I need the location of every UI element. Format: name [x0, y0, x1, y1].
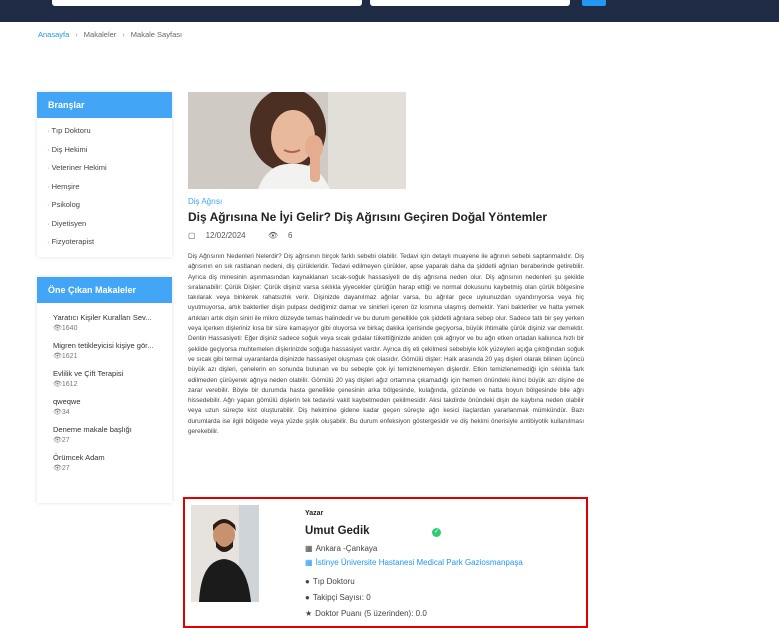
- view-count: 27: [61, 437, 70, 444]
- branch-item[interactable]: Veteriner Hekimi: [37, 159, 172, 178]
- chevron-right-icon: ›: [122, 30, 125, 39]
- featured-item-title[interactable]: Örümcek Adam: [53, 453, 168, 462]
- breadcrumb: Anasayfa › Makaleler › Makale Sayfası: [38, 30, 182, 39]
- article-title: Diş Ağrısına Ne İyi Gelir? Diş Ağrısını …: [188, 210, 547, 224]
- branches-title: Branşlar: [37, 92, 172, 118]
- chevron-right-icon: ›: [75, 30, 78, 39]
- article-image: [188, 92, 406, 189]
- eye-icon: 👁: [53, 325, 62, 332]
- featured-item[interactable]: Evlilik ve Çift Terapisi 👁1612: [37, 369, 172, 388]
- verified-check-icon: ✓: [432, 528, 441, 537]
- featured-item[interactable]: Migren tetikleyicisi kişiye gör... 👁1621: [37, 341, 172, 360]
- author-hospital[interactable]: ▦ İstinye Üniversite Hastanesi Medical Pa…: [305, 558, 523, 567]
- star-icon: ★: [305, 609, 313, 618]
- featured-item-title[interactable]: Yaratıcı Kişiler Kuralları Sev...: [53, 313, 168, 322]
- featured-item[interactable]: Örümcek Adam 👁27: [37, 453, 172, 472]
- author-followers: ● Takipçi Sayısı: 0: [305, 593, 371, 602]
- author-portrait: [191, 505, 259, 602]
- featured-articles-panel: Öne Çıkan Makaleler Yaratıcı Kişiler Kur…: [37, 277, 172, 503]
- author-rating: ★ Doktor Puanı (5 üzerinden): 0.0: [305, 609, 427, 618]
- featured-item-title[interactable]: Deneme makale başlığı: [53, 425, 168, 434]
- eye-icon: 👁: [53, 437, 62, 444]
- author-specialty: ● Tıp Doktoru: [305, 577, 355, 586]
- author-followers-text: Takipçi Sayısı: 0: [312, 593, 371, 602]
- breadcrumb-articles[interactable]: Makaleler: [84, 30, 117, 39]
- location-input[interactable]: [370, 0, 570, 6]
- top-navbar: [0, 0, 779, 22]
- building-icon: ▦: [305, 544, 313, 553]
- featured-title: Öne Çıkan Makaleler: [37, 277, 172, 303]
- branch-item[interactable]: Fizyoterapist: [37, 233, 172, 252]
- article-category[interactable]: Diş Ağrısı: [188, 197, 222, 206]
- eye-icon: 👁: [53, 465, 62, 472]
- author-card: Yazar Umut Gedik ✓ ▦ Ankara -Çankaya ▦ İst…: [188, 502, 584, 619]
- branch-item[interactable]: Hemşire: [37, 178, 172, 197]
- search-input[interactable]: [52, 0, 362, 6]
- branch-item[interactable]: Tıp Doktoru: [37, 122, 172, 141]
- user-plus-icon: ●: [305, 593, 310, 602]
- author-specialty-text: Tıp Doktoru: [312, 577, 355, 586]
- article-body: Diş Ağrısının Nedenleri Nelerdir? Diş ağ…: [188, 253, 584, 436]
- view-count: 27: [61, 465, 70, 472]
- calendar-icon: ▢: [188, 231, 196, 240]
- eye-icon: 👁: [53, 381, 62, 388]
- woman-toothache-illustration: [188, 92, 406, 189]
- article-meta: ▢ 12/02/2024 👁 6: [188, 231, 312, 240]
- breadcrumb-current: Makale Sayfası: [130, 30, 183, 39]
- article-views: 6: [288, 231, 293, 240]
- view-count: 1640: [61, 325, 78, 332]
- hospital-icon: ▦: [305, 558, 313, 567]
- view-count: 34: [61, 409, 70, 416]
- branch-item[interactable]: Psikolog: [37, 196, 172, 215]
- author-location-text: Ankara -Çankaya: [315, 544, 378, 553]
- branch-item[interactable]: Diş Hekimi: [37, 141, 172, 160]
- author-location: ▦ Ankara -Çankaya: [305, 544, 377, 553]
- eye-icon: 👁: [53, 409, 62, 416]
- author-photo: [191, 505, 259, 602]
- user-icon: ●: [305, 577, 310, 586]
- eye-icon: 👁: [267, 231, 278, 240]
- date-group: ▢ 12/02/2024: [188, 231, 256, 240]
- breadcrumb-home[interactable]: Anasayfa: [38, 30, 69, 39]
- branch-item[interactable]: Diyetisyen: [37, 215, 172, 234]
- author-rating-text: Doktor Puanı (5 üzerinden): 0.0: [315, 609, 427, 618]
- author-hospital-text[interactable]: İstinye Üniversite Hastanesi Medical Par…: [316, 558, 523, 567]
- featured-item[interactable]: Deneme makale başlığı 👁27: [37, 425, 172, 444]
- views-group: 👁 6: [268, 231, 303, 240]
- featured-item-title[interactable]: Evlilik ve Çift Terapisi: [53, 369, 168, 378]
- eye-icon: 👁: [53, 353, 62, 360]
- article-date: 12/02/2024: [205, 231, 246, 240]
- featured-item[interactable]: qweqwe 👁34: [37, 397, 172, 416]
- search-button[interactable]: [582, 0, 606, 6]
- featured-item-title[interactable]: Migren tetikleyicisi kişiye gör...: [53, 341, 168, 350]
- view-count: 1612: [61, 381, 78, 388]
- featured-item[interactable]: Yaratıcı Kişiler Kuralları Sev... 👁1640: [37, 313, 172, 332]
- featured-item-title[interactable]: qweqwe: [53, 397, 168, 406]
- author-label: Yazar: [305, 510, 324, 517]
- branches-panel: Branşlar Tıp Doktoru Diş Hekimi Veterine…: [37, 92, 172, 257]
- author-name[interactable]: Umut Gedik: [305, 525, 370, 537]
- view-count: 1621: [61, 353, 78, 360]
